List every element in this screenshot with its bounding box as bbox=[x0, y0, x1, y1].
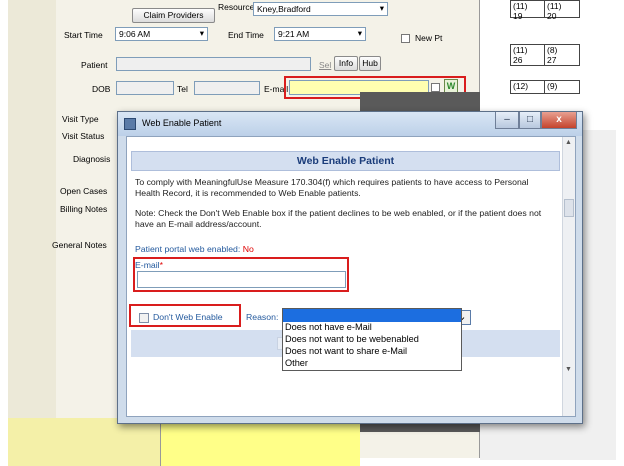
calendar-cell[interactable]: (11) 20 bbox=[544, 0, 580, 21]
dob-field[interactable] bbox=[116, 81, 174, 95]
maximize-button[interactable]: □ bbox=[519, 112, 541, 129]
new-pt-checkbox[interactable] bbox=[401, 34, 410, 43]
dob-label: DOB bbox=[92, 84, 111, 94]
web-enable-dialog: Web Enable Patient – □ x ▲ ▼ Web Enable … bbox=[117, 111, 583, 424]
dropdown-option[interactable]: Does not want to be webenabled bbox=[285, 334, 419, 344]
reason-dropdown-list: Does not have e-Mail Does not want to be… bbox=[282, 308, 462, 371]
portal-status-value: No bbox=[242, 244, 254, 254]
hub-button[interactable]: Hub bbox=[359, 56, 381, 71]
end-time-value: 9:21 AM bbox=[278, 29, 310, 39]
dialog-content: ▲ ▼ Web Enable Patient To comply with Me… bbox=[126, 136, 576, 417]
patient-field[interactable] bbox=[116, 57, 311, 71]
scroll-thumb[interactable] bbox=[564, 199, 574, 217]
chevron-down-icon: ▾ bbox=[357, 28, 362, 38]
dont-web-enable-highlight bbox=[129, 304, 241, 327]
dropdown-option-blank[interactable] bbox=[283, 309, 461, 322]
app-icon bbox=[124, 118, 136, 130]
window-controls: – □ x bbox=[495, 112, 577, 130]
vertical-scrollbar[interactable]: ▲ ▼ bbox=[562, 137, 575, 416]
resource-value: Kney,Bradford bbox=[257, 4, 311, 14]
calendar-cell[interactable]: (11) 26 bbox=[510, 44, 545, 66]
minimize-button[interactable]: – bbox=[495, 112, 519, 129]
chevron-down-icon: ▾ bbox=[379, 3, 384, 13]
compliance-text: To comply with MeaningfulUse Measure 170… bbox=[135, 177, 529, 198]
visit-status-label: Visit Status bbox=[62, 131, 105, 141]
dropdown-option[interactable]: Does not have e-Mail bbox=[285, 322, 372, 332]
note-text: Note: Check the Don't Web Enable box if … bbox=[135, 208, 542, 229]
portal-status: Patient portal web enabled: No bbox=[135, 244, 254, 254]
scroll-up-icon[interactable]: ▲ bbox=[565, 139, 572, 146]
tel-label: Tel bbox=[177, 84, 188, 94]
visit-type-label: Visit Type bbox=[62, 114, 99, 124]
portal-status-label: Patient portal web enabled: bbox=[135, 244, 241, 254]
start-time-select[interactable]: 9:06 AM ▾ bbox=[115, 27, 208, 41]
dropdown-option[interactable]: Other bbox=[285, 358, 308, 368]
dialog-title: Web Enable Patient bbox=[142, 118, 222, 128]
notes-yellow-field[interactable] bbox=[160, 418, 360, 466]
start-time-value: 9:06 AM bbox=[119, 29, 151, 39]
scroll-down-icon[interactable]: ▼ bbox=[565, 366, 572, 373]
info-button[interactable]: Info bbox=[334, 56, 358, 71]
claim-providers-button[interactable]: Claim Providers bbox=[132, 8, 215, 23]
close-button[interactable]: x bbox=[541, 112, 577, 129]
sel-link[interactable]: Sel bbox=[319, 60, 331, 70]
open-cases-label: Open Cases bbox=[60, 186, 108, 196]
end-time-select[interactable]: 9:21 AM ▾ bbox=[274, 27, 366, 41]
section-header: Web Enable Patient bbox=[131, 151, 560, 171]
diagnosis-label: Diagnosis bbox=[73, 154, 111, 164]
start-time-label: Start Time bbox=[64, 30, 103, 40]
dialog-titlebar[interactable]: Web Enable Patient – □ x bbox=[118, 112, 582, 136]
calendar-cell[interactable]: (8) 27 bbox=[544, 44, 580, 66]
resource-select[interactable]: Kney,Bradford ▾ bbox=[253, 2, 388, 16]
calendar-cell[interactable]: (9) bbox=[544, 80, 580, 94]
patient-label: Patient bbox=[81, 60, 108, 70]
dropdown-option[interactable]: Does not want to share e-Mail bbox=[285, 346, 407, 356]
resource-label: Resource bbox=[218, 2, 255, 12]
general-notes-label: General Notes bbox=[52, 240, 107, 250]
email-highlight bbox=[133, 257, 349, 292]
chevron-down-icon: ▾ bbox=[199, 28, 204, 38]
new-pt-label: New Pt bbox=[415, 33, 443, 43]
calendar-cell[interactable]: (11) 19 bbox=[510, 0, 545, 21]
calendar-cell[interactable]: (12) bbox=[510, 80, 545, 94]
reason-label: Reason: bbox=[246, 312, 279, 322]
tel-field[interactable] bbox=[194, 81, 260, 95]
end-time-label: End Time bbox=[228, 30, 264, 40]
billing-notes-label: Billing Notes bbox=[60, 204, 108, 214]
